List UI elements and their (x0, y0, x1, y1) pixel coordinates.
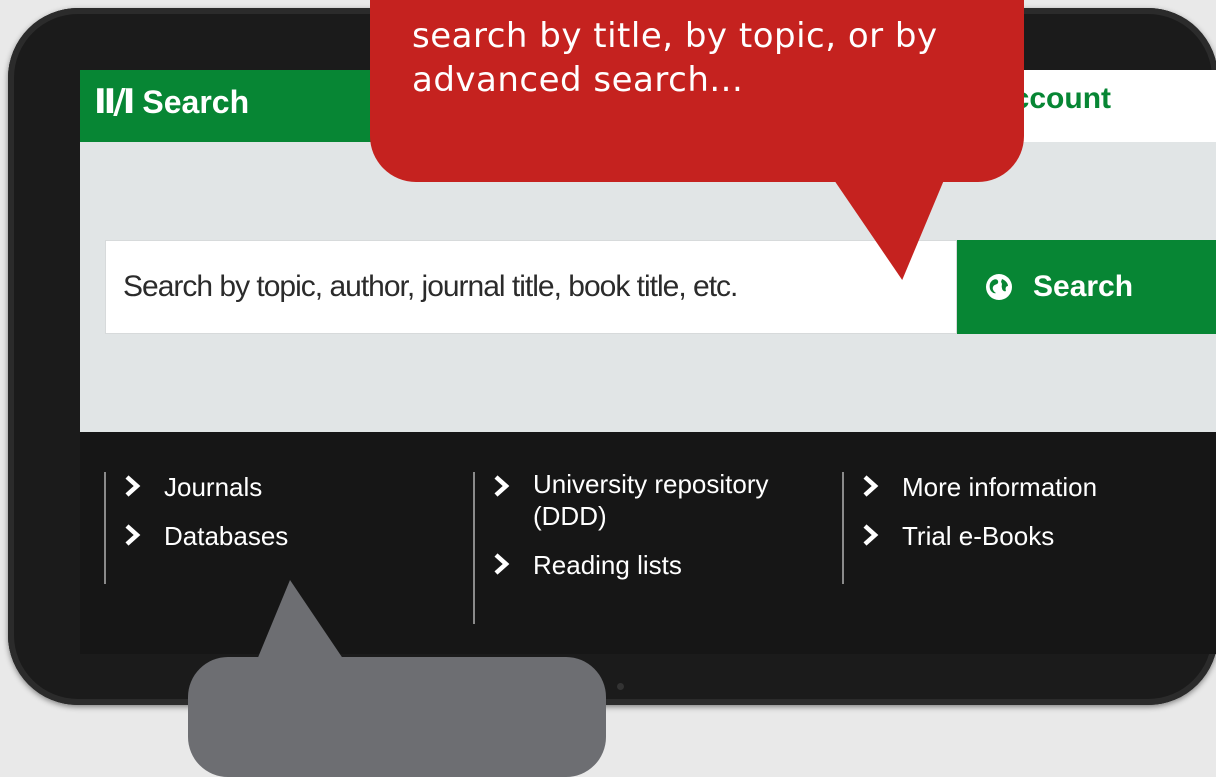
link-label: Reading lists (533, 550, 682, 580)
chevron-right-icon (125, 524, 141, 546)
callout-text: search by title, by topic, or by advance… (412, 16, 938, 100)
callout-bubble-databases (188, 657, 606, 777)
search-input[interactable] (123, 270, 923, 304)
globe-icon (986, 274, 1012, 300)
link-trial-ebooks[interactable]: Trial e-Books (859, 521, 1097, 552)
link-label: Databases (164, 521, 289, 551)
search-field[interactable] (105, 240, 957, 334)
chevron-right-icon (494, 553, 510, 575)
link-journals[interactable]: Journals (121, 472, 288, 503)
search-button[interactable]: Search (957, 240, 1216, 334)
links-column-3: More information Trial e-Books (842, 472, 1097, 584)
chevron-right-icon (863, 475, 879, 497)
logo-mark: II/I (94, 82, 135, 122)
link-databases[interactable]: Databases (121, 521, 288, 552)
chevron-right-icon (863, 524, 879, 546)
link-label: University repository (DDD) (533, 469, 769, 531)
quick-links-panel: Journals Databases University repository… (80, 432, 1216, 654)
link-label: Trial e-Books (902, 521, 1055, 551)
links-column-2: University repository (DDD) Reading list… (473, 469, 793, 624)
search-button-label: Search (1033, 270, 1134, 303)
link-university-repository[interactable]: University repository (DDD) (490, 469, 793, 532)
links-column-1: Journals Databases (104, 472, 288, 584)
chevron-right-icon (494, 475, 510, 497)
link-label: More information (902, 472, 1098, 502)
search-logo[interactable]: II/I Search (94, 82, 249, 122)
logo-text: Search (142, 83, 250, 120)
link-reading-lists[interactable]: Reading lists (490, 550, 793, 581)
link-more-information[interactable]: More information (859, 472, 1097, 503)
tablet-camera (617, 683, 624, 690)
link-label: Journals (164, 472, 263, 502)
chevron-right-icon (125, 475, 141, 497)
